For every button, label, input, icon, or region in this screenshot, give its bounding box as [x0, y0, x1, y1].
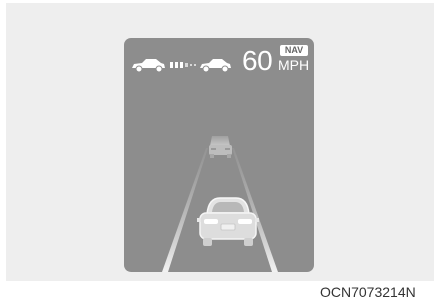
road-view [162, 136, 278, 272]
car-rear-icon [197, 197, 259, 246]
figure-code: OCN7073214N [320, 284, 416, 300]
left-lane-line [162, 148, 208, 272]
car-rear-icon [209, 136, 232, 158]
cluster-display: 60 NAV MPH [124, 38, 314, 272]
